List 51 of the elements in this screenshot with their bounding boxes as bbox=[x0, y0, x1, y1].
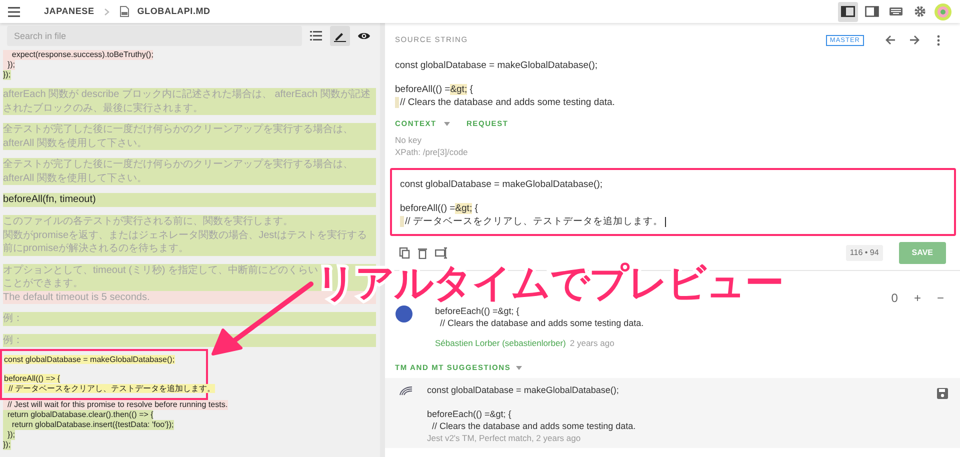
arrow-left-icon bbox=[884, 35, 896, 45]
chevron-icon bbox=[104, 8, 110, 16]
list-icon bbox=[310, 30, 322, 42]
copy-icon[interactable] bbox=[399, 247, 410, 260]
suggestion-card[interactable]: const globalDatabase = makeGlobalDatabase(); beforeEach(() =&gt; { // Clears the database and adds some testing data. Jest v2's TM, Perfect match, 2 years ago bbox=[385, 378, 960, 448]
timestamp: 2 years ago bbox=[570, 338, 614, 348]
sidebar-left-icon bbox=[841, 6, 855, 17]
caret-icon bbox=[516, 366, 522, 370]
context-text: XPath: /pre[3]/code bbox=[395, 146, 469, 158]
suggestion-line: // Clears the database and adds some testing data. bbox=[431, 420, 636, 432]
sidebar-right-icon bbox=[865, 6, 879, 17]
avatar-icon bbox=[395, 305, 413, 324]
file-name: GLOBALAPI.MD bbox=[137, 4, 210, 18]
paragraph: 例： bbox=[3, 312, 376, 326]
translation-line: // Clears the database and adds some testing data. bbox=[439, 317, 644, 330]
upvote-button[interactable]: + bbox=[910, 289, 925, 308]
translation-editor[interactable]: const globalDatabase = makeGlobalDatabase(); beforeAll(() =&gt; { // データベースをクリアし、テストデータを追加します。 bbox=[390, 168, 956, 236]
suggestion-line: const globalDatabase = makeGlobalDatabase(); bbox=[427, 384, 620, 396]
search-field[interactable]: Search in file bbox=[7, 26, 302, 46]
layout-button[interactable] bbox=[838, 2, 858, 22]
source-text-line: const globalDatabase = makeGlobalDatabase(); bbox=[395, 59, 599, 72]
paragraph: 全テストが完了した後に一度だけ何らかのクリーンアップを実行する場合は、 afterAll 関数を使用して下さい。 bbox=[3, 158, 376, 185]
downvote-button[interactable]: − bbox=[932, 289, 948, 308]
file-icon bbox=[120, 6, 130, 17]
breadcrumb-link[interactable]: JAPANESE bbox=[44, 4, 94, 18]
section-heading: beforeAll(fn, timeout) bbox=[3, 193, 376, 207]
save-icon[interactable] bbox=[937, 388, 948, 398]
toolbar-button[interactable] bbox=[330, 26, 350, 46]
pencil-icon bbox=[334, 30, 346, 42]
paragraph: 例： bbox=[3, 334, 376, 347]
trash-icon[interactable] bbox=[418, 247, 427, 260]
eye-icon bbox=[358, 30, 370, 42]
text-cursor-icon[interactable] bbox=[435, 247, 448, 260]
paragraph: afterEach 関数が describe ブロック内に記述された場合は、 afterEach 関数が記述されたブロックのみ、最後に実行されます。 bbox=[3, 88, 376, 115]
swoosh-icon bbox=[399, 386, 413, 396]
settings-icon bbox=[913, 6, 927, 17]
paragraph: 関数がpromiseを返す、またはジェネレータ関数の場合、Jestはテストを実行する前にpromiseが解決されるのを待ちます。 bbox=[3, 228, 376, 256]
suggestion-line: beforeEach(() =&gt; { bbox=[427, 408, 512, 420]
menu-icon[interactable] bbox=[8, 6, 20, 16]
paragraph: このファイルの各テストが実行される前に、関数を実行します。 bbox=[3, 215, 376, 228]
source-text-line: beforeAll(() =&gt; { bbox=[395, 83, 474, 96]
arrow-right-icon bbox=[908, 35, 920, 45]
source-text-line: // Clears the database and adds some testing data. bbox=[395, 96, 950, 109]
more-icon bbox=[936, 34, 940, 46]
vote-count: 0 bbox=[890, 290, 899, 308]
context-text: No key bbox=[395, 134, 422, 146]
paragraph: 全テストが完了した後に一度だけ何らかのクリーンアップを実行する場合は、 afterAll 関数を使用して下さい。 bbox=[3, 123, 376, 150]
translation-line: beforeEach(() =&gt; { bbox=[435, 305, 520, 318]
character-counter: 116 • 94 bbox=[846, 245, 883, 262]
keyboard-icon bbox=[889, 6, 903, 17]
suggestion-meta: Jest v2's TM, Perfect match, 2 years ago bbox=[427, 432, 582, 444]
